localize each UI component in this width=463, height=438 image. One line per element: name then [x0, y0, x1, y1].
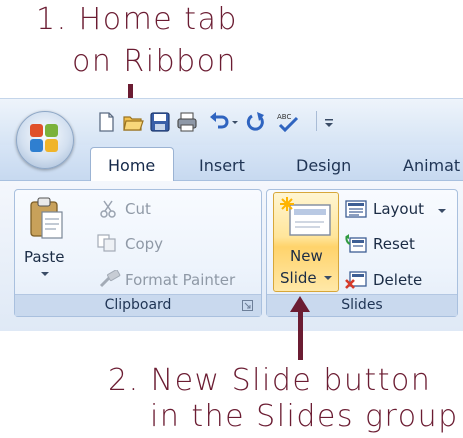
svg-text:ABC: ABC: [277, 113, 291, 121]
office-button[interactable]: [16, 111, 74, 169]
format-painter-icon: [99, 270, 121, 288]
save-icon[interactable]: [149, 111, 171, 133]
new-slide-button[interactable]: New Slide: [273, 192, 339, 292]
new-slide-label-line2: Slide: [280, 269, 317, 287]
annotation-step2-line2: in the Slides group: [150, 399, 459, 434]
clipboard-group-label: Clipboard: [15, 294, 261, 316]
layout-button[interactable]: Layout: [373, 200, 424, 218]
reset-button[interactable]: Reset: [373, 235, 415, 253]
layout-icon: [345, 200, 367, 218]
dialog-launcher-icon[interactable]: [242, 300, 253, 311]
delete-button[interactable]: Delete: [373, 271, 422, 289]
tab-insert[interactable]: Insert: [199, 156, 245, 175]
print-icon[interactable]: [176, 111, 198, 133]
annotation-step1-line1: 1. Home tab: [36, 2, 238, 37]
new-slide-label-line1: New: [290, 247, 323, 265]
annotation-step2-line1: 2. New Slide button: [108, 363, 432, 398]
new-slide-dropdown-icon: [324, 276, 332, 280]
copy-icon: [97, 234, 116, 252]
office-logo-icon: [30, 124, 60, 154]
customize-qat-icon[interactable]: [322, 111, 336, 133]
scissors-icon: [100, 200, 116, 218]
paste-label: Paste: [24, 248, 65, 266]
undo-icon[interactable]: [208, 111, 230, 133]
new-slide-icon: [280, 197, 331, 236]
copy-button[interactable]: Copy: [125, 235, 163, 253]
spelling-icon[interactable]: ABC: [274, 111, 302, 133]
ribbon-body: Paste Cut Copy Format Painter Clipboard …: [0, 181, 463, 331]
delete-slide-icon: [345, 271, 367, 289]
undo-dropdown-icon[interactable]: [230, 111, 240, 133]
open-folder-icon[interactable]: [122, 111, 144, 133]
tab-animations[interactable]: Animat: [403, 156, 460, 175]
redo-icon[interactable]: [246, 111, 268, 133]
cut-button[interactable]: Cut: [125, 200, 151, 218]
tab-design[interactable]: Design: [296, 156, 351, 175]
powerpoint-window: ABC Home Insert Design Animat Paste Cut …: [0, 98, 463, 331]
annotation-step1-line2: on Ribbon: [72, 44, 238, 79]
paste-button[interactable]: Paste: [21, 194, 73, 290]
new-document-icon[interactable]: [95, 111, 117, 133]
qat-separator: [316, 111, 317, 131]
paste-dropdown-icon: [41, 272, 49, 276]
paste-icon: [30, 197, 63, 239]
format-painter-button[interactable]: Format Painter: [125, 271, 235, 289]
reset-icon: [345, 234, 367, 253]
layout-dropdown-icon: [438, 209, 446, 213]
clipboard-group: Paste Cut Copy Format Painter Clipboard: [14, 189, 262, 317]
tab-home-label: Home: [108, 156, 156, 175]
arrow-to-new-slide: [298, 310, 303, 360]
